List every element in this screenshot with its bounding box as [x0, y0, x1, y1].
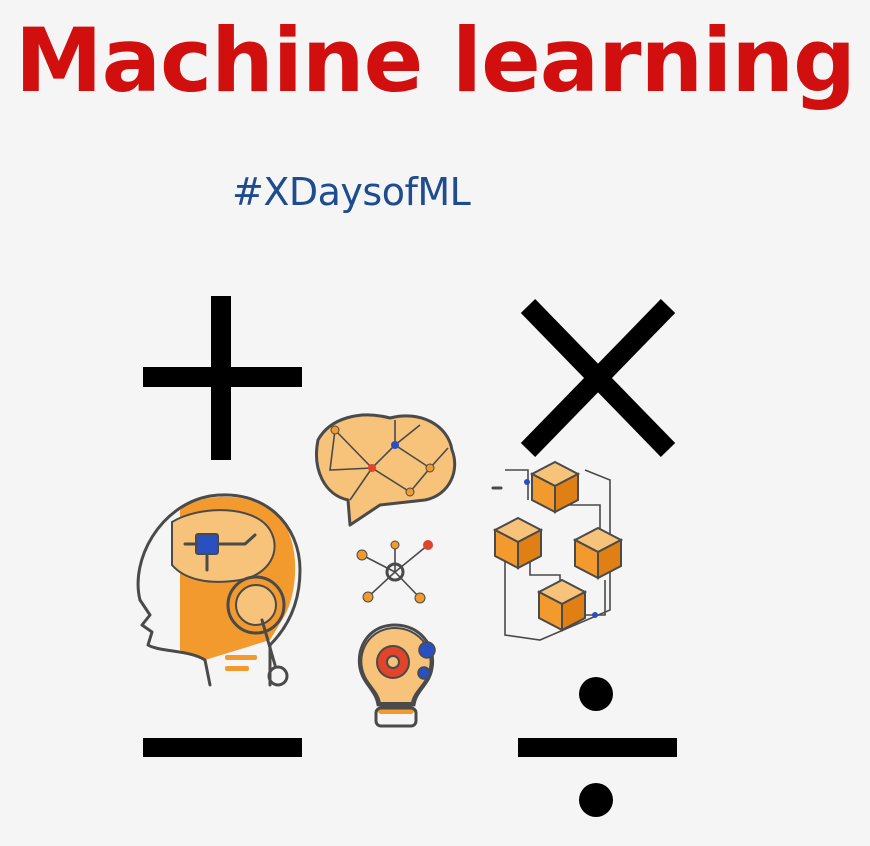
brain-network-icon — [315, 413, 457, 527]
divide-sign — [518, 677, 677, 817]
minus-sign — [143, 738, 302, 757]
blockchain-cubes-icon — [491, 460, 624, 641]
illustration — [136, 296, 677, 817]
lightbulb-gears-icon — [357, 623, 436, 728]
plus-sign — [143, 296, 302, 460]
multiply-sign — [520, 299, 676, 457]
robot-head-icon — [136, 493, 302, 687]
network-node-icon — [356, 540, 433, 604]
